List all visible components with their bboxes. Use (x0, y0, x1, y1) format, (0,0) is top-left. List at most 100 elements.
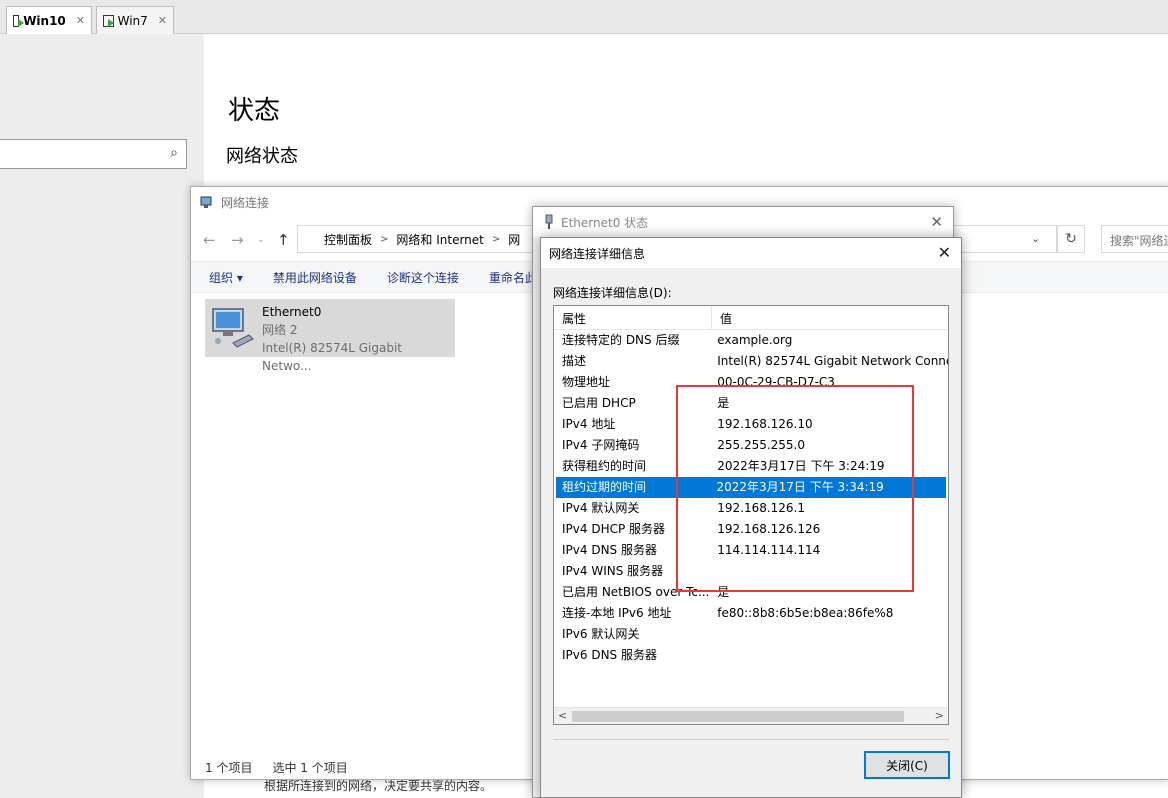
list-rows: 连接特定的 DNS 后缀 example.org 描述 Intel(R) 82574L… (554, 330, 948, 666)
vm-icon (13, 14, 25, 27)
status-bar: 1 个项目 选中 1 个项目 (205, 759, 348, 776)
close-icon[interactable]: ✕ (930, 213, 943, 231)
table-row[interactable]: 连接-本地 IPv6 地址 fe80::8b8:6b5e:b8ea:86fe%8 (554, 603, 948, 624)
table-row[interactable]: 已启用 NetBIOS over Tc... 是 (554, 582, 948, 603)
value-cell: 255.255.255.0 (717, 438, 806, 452)
table-row[interactable]: IPv4 DNS 服务器 114.114.114.114 (554, 540, 948, 561)
value-cell: 2022年3月17日 下午 3:24:19 (717, 459, 885, 473)
table-row[interactable]: IPv4 默认网关 192.168.126.1 (554, 498, 948, 519)
vm-icon (103, 14, 114, 27)
dialog-title: 网络连接详细信息 (549, 246, 646, 261)
table-row[interactable]: IPv4 地址 192.168.126.10 (554, 414, 948, 435)
property-cell: 描述 (562, 354, 587, 368)
network-adapter-item[interactable]: Ethernet0 网络 2 Intel(R) 82574L Gigabit N… (205, 299, 455, 373)
property-cell: IPv4 DHCP 服务器 (562, 522, 666, 536)
table-row[interactable]: IPv4 WINS 服务器 (554, 561, 948, 582)
rename-button[interactable]: 重命名此 (489, 269, 537, 286)
list-header: 属性 值 (554, 306, 948, 330)
search-input[interactable]: 搜索"网络连 (1101, 225, 1168, 253)
breadcrumb-item[interactable]: 网络和 Internet (396, 231, 483, 248)
table-row[interactable]: 连接特定的 DNS 后缀 example.org (554, 330, 948, 351)
property-cell: 连接特定的 DNS 后缀 (562, 333, 680, 347)
dialog-titlebar: Ethernet0 状态 (533, 207, 953, 237)
search-icon: ⌕ (170, 145, 178, 161)
scroll-right-icon[interactable]: > (935, 709, 944, 722)
value-cell: example.org (717, 333, 793, 347)
network-folder-icon (200, 196, 212, 208)
value-cell (709, 624, 948, 645)
adapter-network: 网络 2 (262, 323, 298, 337)
value-cell (709, 645, 948, 666)
history-dropdown-icon[interactable]: ⌄ (257, 235, 265, 245)
scroll-left-icon[interactable]: < (558, 709, 567, 722)
table-row[interactable]: IPv4 子网掩码 255.255.255.0 (554, 435, 948, 456)
close-icon[interactable]: ✕ (76, 14, 85, 27)
refresh-icon[interactable]: ↻ (1057, 225, 1085, 253)
back-icon[interactable]: ← (203, 231, 216, 249)
vm-tab-label: Win10 (23, 13, 66, 28)
network-cable-icon (545, 214, 553, 229)
horizontal-scrollbar[interactable]: < > (554, 707, 948, 724)
network-adapter-icon (212, 308, 254, 348)
close-icon[interactable]: ✕ (938, 243, 951, 262)
table-row[interactable]: 租约过期的时间 2022年3月17日 下午 3:34:19 (556, 477, 946, 498)
property-cell: IPv4 地址 (562, 417, 616, 431)
connection-details-dialog: 网络连接详细信息 ✕ 网络连接详细信息(D): 属性 值 连接特定的 DNS 后… (540, 237, 962, 798)
column-header-value[interactable]: 值 (712, 306, 732, 329)
table-row[interactable]: 获得租约的时间 2022年3月17日 下午 3:24:19 (554, 456, 948, 477)
property-cell: IPv4 DNS 服务器 (562, 543, 657, 557)
property-cell: 获得租约的时间 (562, 459, 647, 473)
up-icon[interactable]: ↑ (277, 231, 290, 249)
vm-tab-win7[interactable]: Win7 ✕ (96, 6, 174, 34)
value-cell: 00-0C-29-CB-D7-C3 (717, 375, 835, 389)
details-list[interactable]: 属性 值 连接特定的 DNS 后缀 example.org 描述 Intel(R) 8… (553, 305, 949, 725)
table-row[interactable]: IPv6 默认网关 (554, 624, 948, 645)
close-icon[interactable]: ✕ (158, 14, 167, 27)
diagnose-button[interactable]: 诊断这个连接 (387, 269, 459, 286)
property-cell: 已启用 NetBIOS over Tc... (562, 585, 710, 599)
organize-menu[interactable]: 组织 ▾ (209, 269, 243, 286)
property-cell: 物理地址 (562, 375, 611, 389)
item-count: 1 个项目 (205, 761, 253, 775)
table-row[interactable]: 物理地址 00-0C-29-CB-D7-C3 (554, 372, 948, 393)
dialog-title: Ethernet0 状态 (561, 215, 649, 230)
adapter-name: Ethernet0 (262, 305, 322, 319)
vm-tab-win10[interactable]: Win10 ✕ (6, 6, 92, 34)
scrollbar-thumb[interactable] (572, 711, 904, 722)
chevron-down-icon[interactable]: ⌄ (1031, 232, 1040, 245)
adapter-description: Intel(R) 82574L Gigabit Netwo... (262, 341, 403, 373)
divider (553, 739, 949, 740)
table-row[interactable]: IPv4 DHCP 服务器 192.168.126.126 (554, 519, 948, 540)
property-cell: IPv6 DNS 服务器 (562, 648, 657, 662)
value-cell: 2022年3月17日 下午 3:34:19 (716, 480, 884, 494)
value-cell: 是 (717, 396, 730, 410)
table-row[interactable]: 已启用 DHCP 是 (554, 393, 948, 414)
close-button[interactable]: 关闭(C) (864, 751, 950, 779)
forward-icon[interactable]: → (231, 231, 244, 249)
property-cell: IPv4 子网掩码 (562, 438, 640, 452)
settings-search-input[interactable]: ⌕ (0, 139, 187, 169)
column-header-property[interactable]: 属性 (554, 306, 712, 329)
table-row[interactable]: IPv6 DNS 服务器 (554, 645, 948, 666)
section-title: 网络状态 (226, 146, 298, 167)
vm-tab-label: Win7 (117, 13, 148, 28)
selected-count: 选中 1 个项目 (272, 761, 348, 775)
details-label: 网络连接详细信息(D): (553, 286, 672, 300)
dialog-titlebar: 网络连接详细信息 (541, 238, 961, 268)
disable-device-button[interactable]: 禁用此网络设备 (273, 269, 357, 286)
value-cell: 192.168.126.126 (717, 522, 821, 536)
property-cell: IPv6 默认网关 (562, 627, 640, 641)
property-cell: 连接-本地 IPv6 地址 (562, 606, 672, 620)
property-cell: IPv4 默认网关 (562, 501, 640, 515)
property-cell: 已启用 DHCP (562, 396, 636, 410)
window-title: 网络连接 (221, 195, 270, 210)
value-cell: 114.114.114.114 (717, 543, 821, 557)
value-cell: 192.168.126.10 (717, 417, 813, 431)
table-row[interactable]: 描述 Intel(R) 82574L Gigabit Network Connec (554, 351, 948, 372)
value-cell: 是 (717, 585, 730, 599)
property-cell: 租约过期的时间 (562, 480, 647, 494)
chevron-right-icon: > (380, 233, 389, 245)
breadcrumb-item[interactable]: 控制面板 (324, 231, 372, 248)
value-cell (709, 561, 948, 582)
breadcrumb-item[interactable]: 网 (508, 231, 520, 248)
